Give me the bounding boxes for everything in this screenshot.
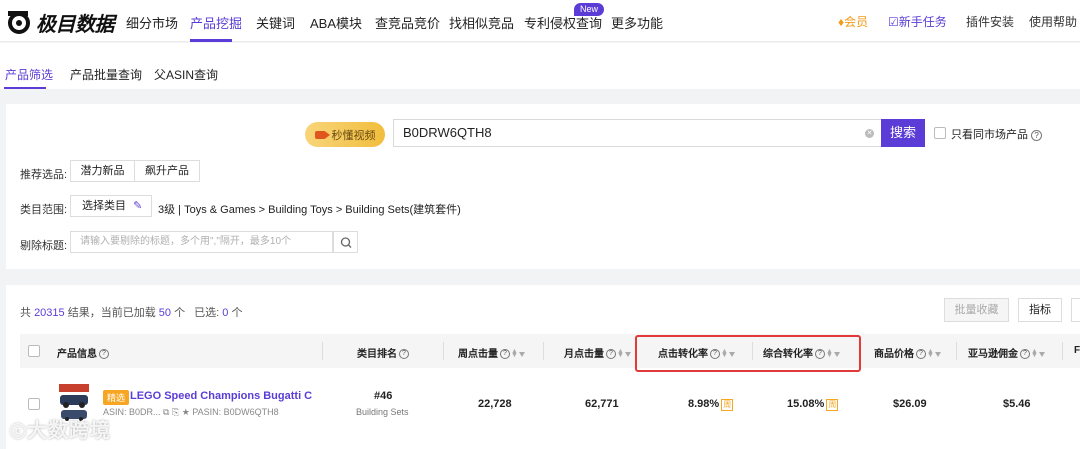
same-market-label: 只看同市场产品 ?	[951, 126, 1043, 142]
rank-value: #46	[374, 390, 393, 402]
col-product-info: 产品信息?	[57, 345, 109, 360]
sort-icon[interactable]: ▲ ▼	[511, 348, 518, 359]
select-all-checkbox[interactable]	[28, 345, 40, 357]
exclude-search-button[interactable]	[333, 231, 358, 253]
col-weekly-clicks[interactable]: 周点击量? ▲ ▼	[458, 345, 525, 360]
column-divider	[443, 342, 444, 360]
plugin-install-link[interactable]: 插件安装	[966, 13, 1014, 30]
exclude-title-label: 剔除标题:	[20, 240, 68, 252]
brand-name: 极目数据	[36, 13, 115, 36]
exclude-title-input[interactable]: 请输入要剔除的标题，多个用","隔开，最多10个	[70, 231, 333, 253]
nav-item-segment-market[interactable]: 细分市场	[126, 13, 178, 32]
col-category-rank: 类目排名?	[357, 345, 409, 360]
link-icon[interactable]: ⎘	[172, 407, 179, 417]
sort-icon[interactable]: ▲ ▼	[617, 348, 624, 359]
search-input[interactable]: B0DRW6QTH8	[393, 119, 882, 147]
copy-icon[interactable]: ⧉	[163, 407, 169, 417]
help-icon[interactable]: ?	[99, 349, 109, 360]
click-cvr-value: 8.98% 周	[688, 398, 734, 411]
watermark: ⓒ大数跨境	[10, 420, 112, 442]
sub-tabs: 产品筛选 产品批量查询 父ASIN查询	[0, 43, 1080, 89]
chip-rising-products[interactable]: 飙升产品	[134, 160, 200, 182]
task-icon: ☑	[888, 15, 899, 29]
nav-item-aba[interactable]: ABA模块	[310, 13, 362, 32]
video-camera-icon	[314, 130, 330, 139]
help-icon[interactable]: ?	[606, 349, 616, 360]
subtab-active-indicator	[4, 87, 46, 89]
chip-potential-new[interactable]: 潜力新品	[70, 160, 135, 182]
more-tools-button[interactable]	[1071, 298, 1080, 322]
tab-product-filter[interactable]: 产品筛选	[5, 66, 53, 83]
help-icon[interactable]: ?	[399, 349, 409, 360]
help-icon[interactable]: ?	[1031, 129, 1043, 141]
week-tag: 周	[826, 399, 839, 411]
nav-active-indicator	[190, 39, 232, 42]
tab-batch-query[interactable]: 产品批量查询	[70, 66, 142, 83]
featured-tag: 精选	[103, 390, 130, 405]
filter-icon[interactable]	[625, 351, 631, 357]
new-user-tasks-link[interactable]: ☑新手任务	[888, 13, 947, 30]
watermark-logo-icon: ⓒ	[10, 424, 28, 441]
column-divider	[322, 342, 323, 360]
help-link[interactable]: 使用帮助	[1029, 13, 1077, 30]
nav-item-competitor-bid[interactable]: 查竞品竞价	[375, 13, 440, 32]
sort-icon[interactable]: ▲ ▼	[1031, 348, 1038, 359]
column-divider	[1062, 342, 1063, 360]
member-link[interactable]: ♦会员	[838, 13, 868, 30]
monthly-clicks-value: 62,771	[585, 398, 619, 410]
col-truncated: F	[1074, 345, 1080, 356]
column-divider	[543, 342, 544, 360]
col-amazon-commission[interactable]: 亚马逊佣金? ▲ ▼	[968, 345, 1045, 360]
tab-parent-asin[interactable]: 父ASIN查询	[154, 66, 218, 83]
commission-value: $5.46	[1003, 398, 1031, 410]
nav-item-keywords[interactable]: 关键词	[256, 13, 295, 32]
metrics-button[interactable]: 指标	[1018, 298, 1062, 322]
sort-icon[interactable]: ▲ ▼	[927, 348, 934, 359]
category-label: 类目范围:	[20, 204, 68, 216]
help-icon[interactable]: ?	[1020, 349, 1030, 360]
star-icon[interactable]: ★	[182, 407, 190, 417]
col-monthly-clicks[interactable]: 月点击量? ▲ ▼	[564, 345, 631, 360]
same-market-checkbox[interactable]	[934, 127, 946, 139]
category-path: 3级 | Toys & Games > Building Toys > Buil…	[158, 204, 461, 216]
overall-cvr-value: 15.08% 周	[787, 398, 839, 411]
col-price[interactable]: 商品价格? ▲ ▼	[874, 345, 941, 360]
week-tag: 周	[721, 399, 734, 411]
new-badge: New	[574, 3, 605, 16]
product-title-link[interactable]: LEGO Speed Champions Bugatti C...	[130, 390, 312, 402]
weekly-clicks-value: 22,728	[478, 398, 512, 410]
batch-favorite-button[interactable]: 批量收藏	[944, 298, 1009, 322]
filter-icon[interactable]	[519, 351, 525, 357]
nav-item-more[interactable]: 更多功能	[611, 13, 663, 32]
top-navigation: 极目数据 细分市场 产品挖掘 关键词 ABA模块 查竞品竞价 找相似竞品 专利侵…	[0, 0, 1080, 42]
column-divider	[956, 342, 957, 360]
row-checkbox[interactable]	[28, 398, 40, 410]
edit-icon: ✎	[133, 200, 143, 212]
video-tutorial-button[interactable]: 秒懂视频	[305, 122, 385, 147]
nav-item-product-mining[interactable]: 产品挖掘	[190, 13, 242, 32]
help-icon[interactable]: ?	[916, 349, 926, 360]
select-category-button[interactable]: 选择类目 ✎	[70, 195, 152, 217]
results-summary: 共 20315 结果，当前已加载 50 个 已选: 0 个	[20, 307, 243, 319]
search-button[interactable]: 搜索	[881, 119, 925, 147]
help-icon[interactable]: ?	[500, 349, 510, 360]
product-identifiers: ASIN: B0DR... ⧉ ⎘ ★ PASIN: B0DW6QTH8	[103, 407, 279, 417]
conversion-rate-highlight	[635, 335, 861, 372]
search-icon	[340, 237, 352, 248]
logo-icon	[8, 11, 30, 34]
clear-icon[interactable]: ✕	[865, 129, 874, 138]
brand-logo[interactable]: 极目数据	[6, 8, 115, 36]
nav-item-similar-products[interactable]: 找相似竞品	[449, 13, 514, 32]
filter-icon[interactable]	[1039, 351, 1045, 357]
recommend-label: 推荐选品:	[20, 169, 68, 181]
rank-category: Building Sets	[356, 407, 409, 417]
price-value: $26.09	[893, 398, 927, 410]
filter-icon[interactable]	[935, 351, 941, 357]
